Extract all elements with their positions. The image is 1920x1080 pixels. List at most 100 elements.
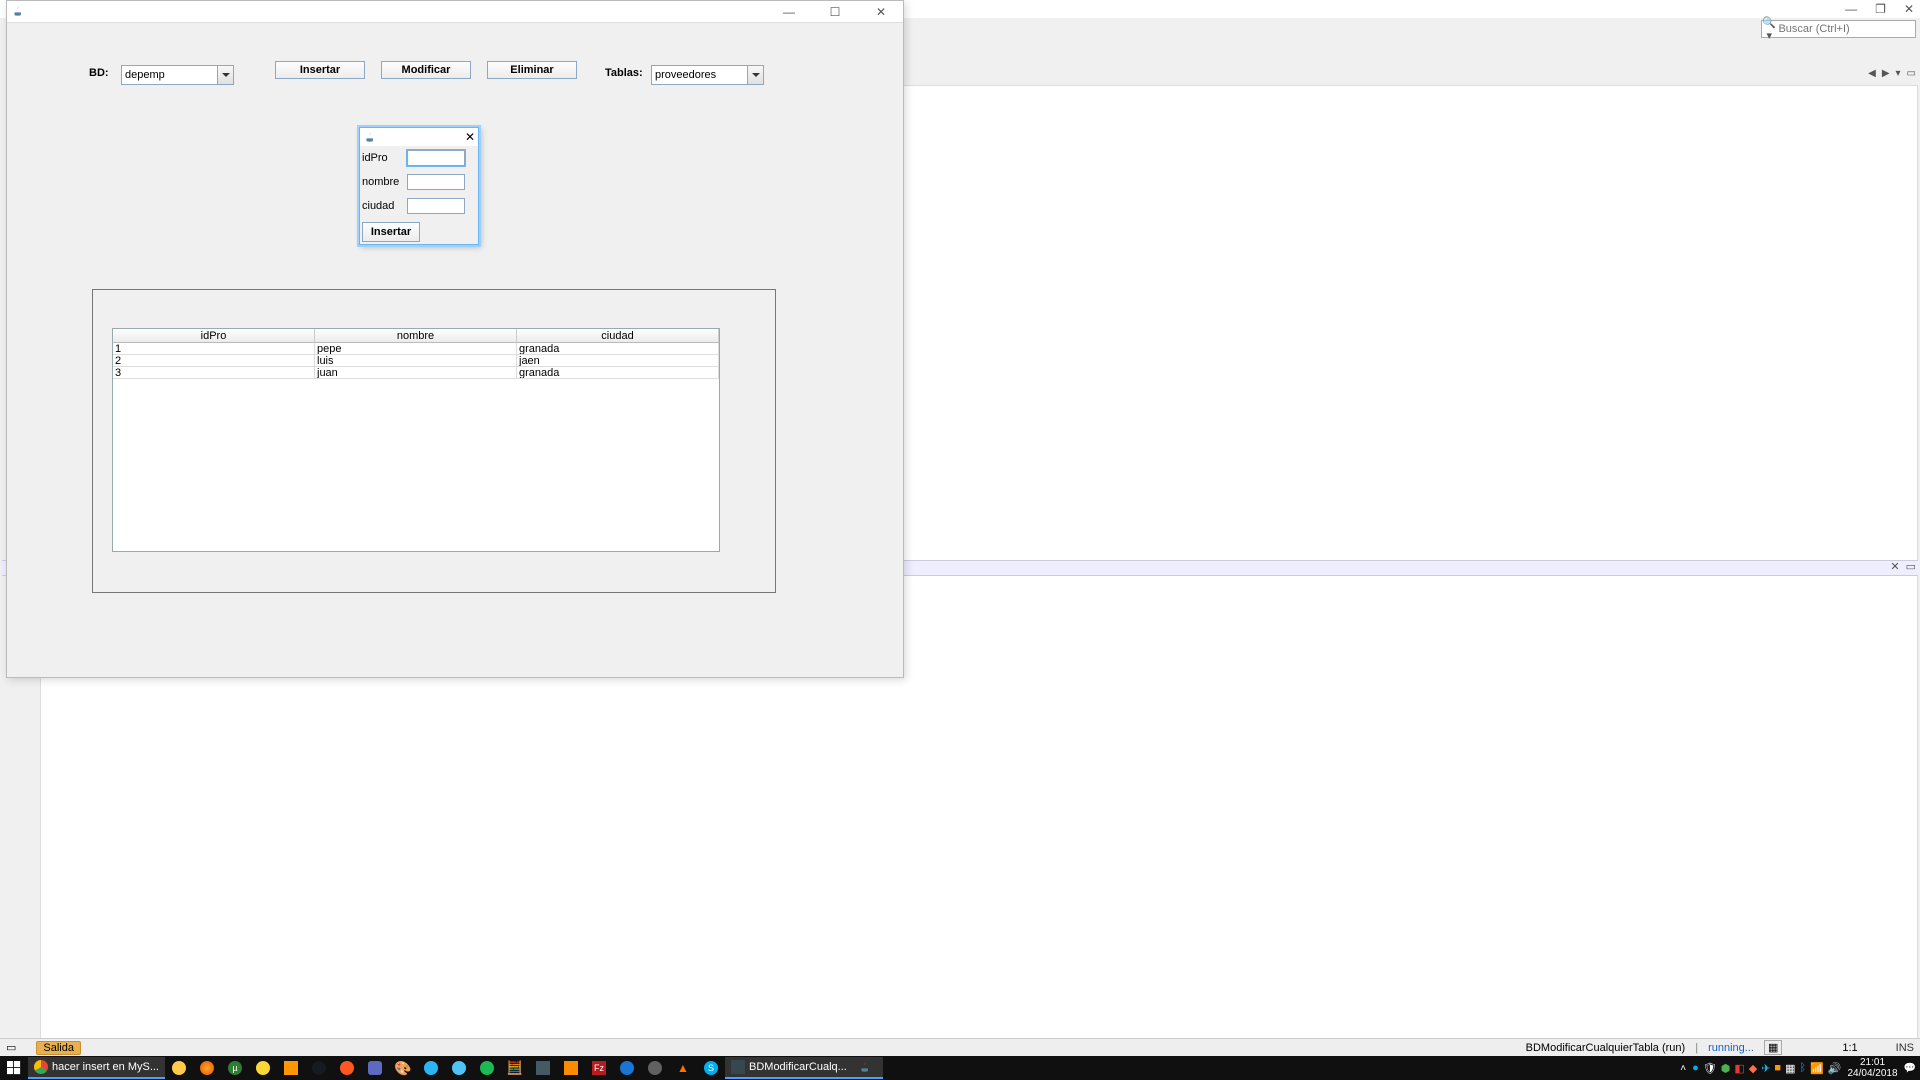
cell: 3: [113, 367, 315, 378]
taskbar-filezilla-icon[interactable]: Fz: [585, 1056, 613, 1080]
insertar-button[interactable]: Insertar: [275, 61, 365, 79]
taskbar-paint-icon[interactable]: 🎨: [389, 1056, 417, 1080]
search-icon: 🔍▾: [1762, 16, 1776, 42]
table-header-row: idPro nombre ciudad: [113, 329, 719, 343]
taskbar-skype-icon[interactable]: S: [697, 1056, 725, 1080]
cell: granada: [517, 343, 719, 354]
progress-indicator-icon: ▦: [1764, 1040, 1782, 1055]
taskbar-app-label: BDModificarCualq...: [749, 1061, 847, 1073]
tray-bluetooth-icon[interactable]: ᛒ: [1799, 1062, 1806, 1075]
ide-search-input[interactable]: [1776, 22, 1915, 36]
cell: jaen: [517, 355, 719, 366]
dialog-insertar-button[interactable]: Insertar: [362, 222, 420, 242]
taskbar-spotify-icon[interactable]: [473, 1056, 501, 1080]
taskbar-app-icon[interactable]: [361, 1056, 389, 1080]
chevron-down-icon[interactable]: [217, 66, 233, 84]
taskbar-telegram-icon[interactable]: [417, 1056, 445, 1080]
ide-maximize-button[interactable]: ❐: [1875, 2, 1886, 16]
nombre-input[interactable]: [407, 174, 465, 190]
ciudad-label: ciudad: [362, 200, 407, 212]
taskbar-app-java[interactable]: [853, 1057, 883, 1079]
bd-combobox[interactable]: depemp: [121, 65, 234, 85]
taskbar-app-icon[interactable]: [193, 1056, 221, 1080]
salida-tab[interactable]: Salida: [36, 1041, 81, 1055]
java-cup-icon: [363, 130, 377, 144]
nombre-label: nombre: [362, 176, 407, 188]
tray-windows-defender-icon[interactable]: 🛡: [1703, 1062, 1717, 1075]
output-max-icon[interactable]: ▭: [1906, 560, 1916, 573]
data-table[interactable]: idPro nombre ciudad 1 pepe granada 2 lui…: [112, 328, 720, 552]
ciudad-input[interactable]: [407, 198, 465, 214]
tray-skype-icon[interactable]: ●: [1692, 1062, 1699, 1075]
taskbar-app-chrome[interactable]: hacer insert en MyS...: [28, 1057, 165, 1079]
output-panel-controls: ✕ ▭: [1890, 560, 1916, 573]
tray-app-icon[interactable]: ◧: [1734, 1062, 1744, 1075]
taskbar-xampp-icon[interactable]: [557, 1056, 585, 1080]
table-row[interactable]: 3 juan granada: [113, 367, 719, 379]
tray-app-icon[interactable]: ▦: [1785, 1062, 1795, 1075]
eliminar-button[interactable]: Eliminar: [487, 61, 577, 79]
column-header[interactable]: ciudad: [517, 329, 719, 343]
modificar-button[interactable]: Modificar: [381, 61, 471, 79]
bd-selected-value: depemp: [122, 69, 217, 81]
cursor-position: 1:1: [1842, 1042, 1857, 1054]
taskbar-explorer-icon[interactable]: [165, 1056, 193, 1080]
window-list-icon[interactable]: ▭: [6, 1041, 16, 1054]
idpro-input[interactable]: [407, 150, 465, 166]
taskbar-utorrent-icon[interactable]: µ: [221, 1056, 249, 1080]
taskbar-app-icon[interactable]: [641, 1056, 669, 1080]
netbeans-icon: [731, 1060, 745, 1074]
start-button[interactable]: [0, 1056, 28, 1080]
taskbar-calc-icon[interactable]: 🧮: [501, 1056, 529, 1080]
clock[interactable]: 21:01 24/04/2018: [1847, 1057, 1897, 1079]
cell: granada: [517, 367, 719, 378]
nav-back-icon[interactable]: ◀: [1866, 68, 1878, 79]
tray-wifi-icon[interactable]: 📶: [1810, 1062, 1824, 1075]
tray-expand-icon[interactable]: ˄: [1680, 1063, 1686, 1074]
column-header[interactable]: idPro: [113, 329, 315, 343]
taskbar-app-icon[interactable]: [529, 1056, 557, 1080]
notifications-icon[interactable]: 💬: [1904, 1063, 1916, 1074]
windows-taskbar: hacer insert en MyS... µ 🎨 🧮 Fz ▲ S BDMo…: [0, 1056, 1920, 1080]
tray-app-icon[interactable]: ◆: [1749, 1062, 1757, 1075]
taskbar-app-icon[interactable]: [333, 1056, 361, 1080]
taskbar-app-label: hacer insert en MyS...: [52, 1061, 159, 1073]
editor-nav-buttons: ◀ ▶ ▾ ▭: [1866, 68, 1918, 79]
tray-app-icon[interactable]: ⬢: [1721, 1062, 1731, 1075]
tablas-combobox[interactable]: proveedores: [651, 65, 764, 85]
ide-status-bar: ▭ Salida BDModificarCualquierTabla (run)…: [0, 1038, 1920, 1056]
minimize-button[interactable]: —: [775, 5, 803, 19]
taskbar-vlc-icon[interactable]: ▲: [669, 1056, 697, 1080]
taskbar-app-icon[interactable]: [445, 1056, 473, 1080]
chrome-icon: [34, 1060, 48, 1074]
maximize-editor-icon[interactable]: ▭: [1905, 68, 1918, 79]
taskbar-app-icon[interactable]: [249, 1056, 277, 1080]
system-tray: ˄ ● 🛡 ⬢ ◧ ◆ ✈ ■ ▦ ᛒ 📶 🔊 21:01 24/04/2018…: [1680, 1057, 1920, 1079]
cell: luis: [315, 355, 517, 366]
output-close-icon[interactable]: ✕: [1890, 560, 1899, 573]
tray-icons: ● 🛡 ⬢ ◧ ◆ ✈ ■ ▦ ᛒ 📶 🔊: [1692, 1062, 1841, 1075]
taskbar-steam-icon[interactable]: [305, 1056, 333, 1080]
clock-time: 21:01: [1847, 1057, 1897, 1068]
tray-volume-icon[interactable]: 🔊: [1828, 1062, 1842, 1075]
tray-telegram-icon[interactable]: ✈: [1761, 1062, 1770, 1075]
maximize-button[interactable]: ☐: [821, 5, 849, 19]
tray-app-icon[interactable]: ■: [1774, 1062, 1781, 1075]
table-empty-area: [113, 379, 719, 551]
nav-fwd-icon[interactable]: ▶: [1880, 68, 1892, 79]
run-config-name: BDModificarCualquierTabla (run): [1526, 1042, 1686, 1054]
ide-search-box[interactable]: 🔍▾: [1761, 20, 1916, 38]
taskbar-app-icon[interactable]: [613, 1056, 641, 1080]
taskbar-sublime-icon[interactable]: [277, 1056, 305, 1080]
column-header[interactable]: nombre: [315, 329, 517, 343]
table-row[interactable]: 1 pepe granada: [113, 343, 719, 355]
table-row[interactable]: 2 luis jaen: [113, 355, 719, 367]
insert-dialog: ✕ idPro nombre ciudad Insertar: [359, 127, 479, 245]
ide-minimize-button[interactable]: —: [1845, 2, 1857, 16]
taskbar-app-netbeans[interactable]: BDModificarCualq...: [725, 1057, 853, 1079]
ide-close-button[interactable]: ✕: [1904, 2, 1914, 16]
chevron-down-icon[interactable]: [747, 66, 763, 84]
nav-dropdown-icon[interactable]: ▾: [1894, 68, 1903, 79]
dialog-close-button[interactable]: ✕: [465, 130, 475, 144]
close-button[interactable]: ✕: [867, 5, 895, 19]
